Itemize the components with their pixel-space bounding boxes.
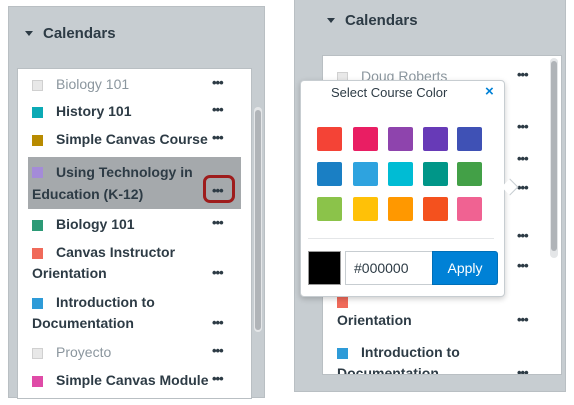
- calendar-item-label: Simple Canvas Module: [56, 372, 209, 388]
- calendar-item-using-technology[interactable]: Using Technology in Education (K-12) •••: [28, 157, 241, 209]
- calendar-item-label-line1: Canvas Instructor: [56, 244, 176, 260]
- color-swatch[interactable]: [32, 376, 43, 387]
- calendars-header-right[interactable]: Calendars: [327, 12, 418, 29]
- calendars-header[interactable]: Calendars: [25, 25, 116, 42]
- color-swatch[interactable]: [32, 348, 43, 359]
- calendar-item-introduction-to-documentation[interactable]: Introduction to Documentation •••: [18, 290, 251, 336]
- calendar-item-label-line2: Education (K-12): [32, 186, 144, 202]
- color-option-8[interactable]: [388, 162, 413, 186]
- color-option-9[interactable]: [423, 162, 448, 186]
- calendar-item-label-line2: Orientation: [32, 265, 107, 281]
- more-options-icon[interactable]: •••: [517, 180, 529, 195]
- caret-down-icon: [327, 18, 335, 23]
- color-swatch[interactable]: [337, 297, 348, 308]
- calendars-panel-left: Calendars Biology 101 ••• History 101 ••…: [8, 6, 265, 399]
- calendar-item-label-line2: Documentation: [32, 315, 134, 331]
- calendar-item-label: Proyecto: [56, 344, 112, 360]
- course-color-popover: Select Course Color × Apply: [300, 80, 519, 297]
- more-options-icon[interactable]: •••: [517, 365, 529, 374]
- calendar-item-label-line2: Documentation: [337, 365, 439, 375]
- calendar-item-introduction-to-documentation-right[interactable]: Introduction to Documentation •••: [323, 340, 561, 375]
- color-swatch[interactable]: [32, 135, 43, 146]
- more-options-icon[interactable]: •••: [212, 265, 224, 280]
- color-swatch[interactable]: [32, 220, 43, 231]
- apply-button[interactable]: Apply: [432, 251, 498, 285]
- popover-divider: [308, 238, 494, 239]
- more-options-icon[interactable]: •••: [517, 119, 529, 134]
- color-option-6[interactable]: [317, 162, 342, 186]
- calendar-item-history-101[interactable]: History 101 •••: [18, 99, 251, 123]
- calendar-item-proyecto[interactable]: Proyecto •••: [18, 340, 251, 364]
- calendar-item-canvas-instructor-orientation[interactable]: Canvas Instructor Orientation •••: [18, 240, 251, 286]
- color-option-13[interactable]: [388, 197, 413, 221]
- more-options-icon[interactable]: •••: [517, 258, 529, 273]
- caret-down-icon: [25, 31, 33, 36]
- color-option-7[interactable]: [353, 162, 378, 186]
- more-options-icon[interactable]: •••: [212, 75, 224, 90]
- color-swatch[interactable]: [32, 80, 43, 91]
- hex-color-input[interactable]: [345, 251, 433, 285]
- color-option-11[interactable]: [317, 197, 342, 221]
- scrollbar-track-left[interactable]: [254, 107, 262, 332]
- color-option-4[interactable]: [423, 127, 448, 151]
- more-options-icon[interactable]: •••: [212, 215, 224, 230]
- calendar-item-simple-canvas-module[interactable]: Simple Canvas Module •••: [18, 368, 251, 392]
- calendars-header-label: Calendars: [345, 12, 418, 29]
- close-icon[interactable]: ×: [485, 83, 494, 100]
- more-options-icon[interactable]: •••: [212, 371, 224, 386]
- color-swatch[interactable]: [32, 248, 43, 259]
- color-option-10[interactable]: [457, 162, 482, 186]
- more-options-icon[interactable]: •••: [212, 130, 224, 145]
- calendar-item-label: Simple Canvas Course: [56, 131, 208, 147]
- color-option-5[interactable]: [457, 127, 482, 151]
- more-options-icon[interactable]: •••: [212, 343, 224, 358]
- more-options-icon[interactable]: •••: [212, 315, 224, 330]
- more-options-icon[interactable]: •••: [517, 312, 529, 327]
- color-swatch[interactable]: [32, 298, 43, 309]
- more-options-icon[interactable]: •••: [517, 228, 529, 243]
- calendar-item-label: Biology 101: [56, 76, 130, 92]
- popover-title: Select Course Color: [331, 85, 448, 100]
- calendar-item-label-line2: Orientation: [337, 312, 412, 328]
- scrollbar-track-right[interactable]: [550, 58, 558, 258]
- color-option-2[interactable]: [353, 127, 378, 151]
- calendar-item-simple-canvas-course[interactable]: Simple Canvas Course •••: [18, 127, 251, 151]
- calendar-item-label-line1: Using Technology in: [56, 164, 193, 180]
- calendar-item-biology-101-muted[interactable]: Biology 101 •••: [18, 72, 251, 96]
- more-options-icon[interactable]: •••: [517, 151, 529, 166]
- calendar-item-biology-101[interactable]: Biology 101 •••: [18, 212, 251, 236]
- color-option-3[interactable]: [388, 127, 413, 151]
- color-option-1[interactable]: [317, 127, 342, 151]
- more-options-icon[interactable]: •••: [212, 102, 224, 117]
- more-options-icon[interactable]: •••: [517, 67, 529, 82]
- color-option-15[interactable]: [457, 197, 482, 221]
- color-preview-swatch: [308, 251, 341, 285]
- scrollbar-thumb-right[interactable]: [551, 61, 557, 251]
- calendar-item-label-line1: Introduction to: [56, 294, 155, 310]
- color-swatch[interactable]: [32, 107, 43, 118]
- calendar-item-label: Biology 101: [56, 216, 135, 232]
- color-swatch[interactable]: [32, 167, 43, 178]
- scrollbar-thumb-left[interactable]: [255, 110, 261, 330]
- calendar-item-label-line1: Introduction to: [361, 344, 460, 360]
- calendars-header-label: Calendars: [43, 25, 116, 42]
- calendar-list: Biology 101 ••• History 101 ••• Simple C…: [17, 68, 252, 399]
- color-swatch[interactable]: [337, 348, 348, 359]
- color-option-14[interactable]: [423, 197, 448, 221]
- more-options-icon[interactable]: •••: [212, 183, 224, 198]
- calendar-item-label: History 101: [56, 103, 132, 119]
- color-option-12[interactable]: [353, 197, 378, 221]
